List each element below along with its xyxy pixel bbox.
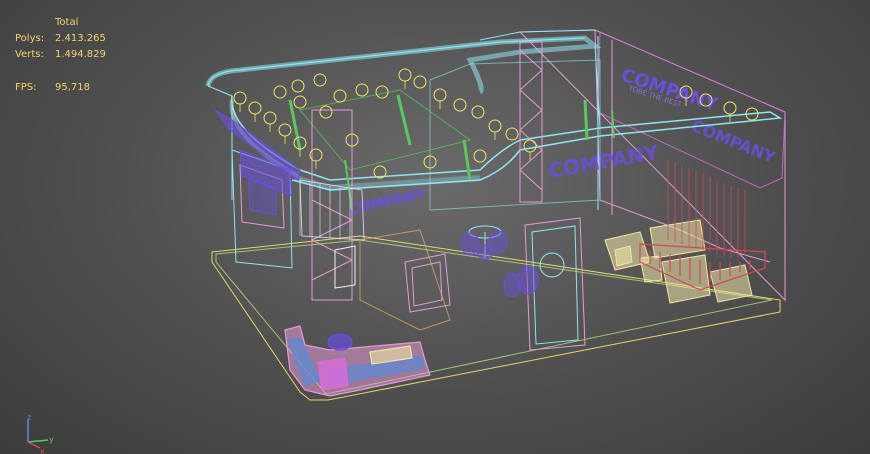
axis-gizmo-icon: z y x xyxy=(27,413,54,454)
sign-front: COMPANY xyxy=(348,186,428,218)
lounge-sofas xyxy=(604,219,753,304)
kiosk-column xyxy=(503,217,586,351)
axis-x-label: x xyxy=(40,447,45,454)
signage: COMPANY TOBE THE BEST COMPANY COMPANY CO… xyxy=(348,65,779,218)
sign-back: COMPANY xyxy=(547,140,661,183)
sign-right: COMPANY xyxy=(689,116,779,167)
axis-y-label: y xyxy=(49,435,54,444)
wireframe-3d-scene[interactable]: COMPANY TOBE THE BEST COMPANY COMPANY CO… xyxy=(0,0,870,454)
reception-desk xyxy=(284,325,431,397)
round-table-set xyxy=(460,225,508,260)
green-beams xyxy=(288,89,615,211)
axis-z-label: z xyxy=(27,413,31,422)
